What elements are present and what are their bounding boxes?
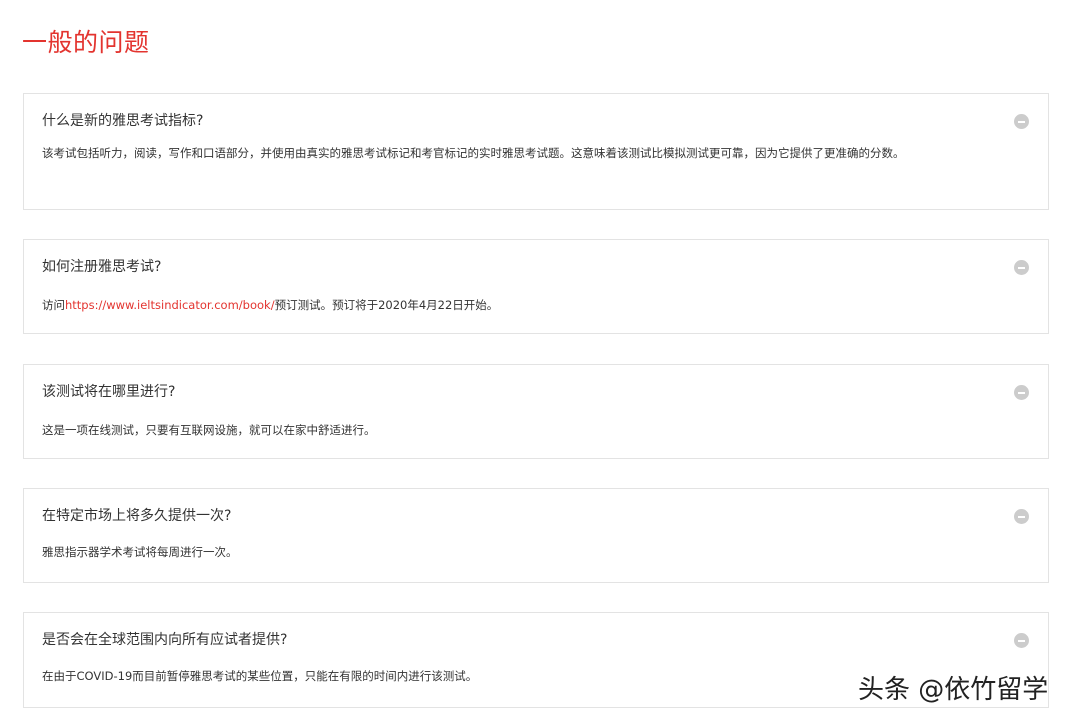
faq-answer: 该考试包括听力，阅读，写作和口语部分，并使用由真实的雅思考试标记和考官标记的实时… <box>42 146 905 160</box>
faq-answer: 雅思指示器学术考试将每周进行一次。 <box>42 545 238 559</box>
minus-circle-icon[interactable] <box>1014 385 1029 400</box>
faq-answer: 这是一项在线测试，只要有互联网设施，就可以在家中舒适进行。 <box>42 423 376 437</box>
faq-question[interactable]: 如何注册雅思考试? <box>42 257 161 277</box>
answer-suffix: 预订测试。预订将于2020年4月22日开始。 <box>274 298 499 312</box>
faq-item-3: 该测试将在哪里进行? 这是一项在线测试，只要有互联网设施，就可以在家中舒适进行。 <box>23 364 1049 459</box>
booking-link[interactable]: https://www.ieltsindicator.com/book/ <box>65 298 275 312</box>
minus-circle-icon[interactable] <box>1014 114 1029 129</box>
faq-item-2: 如何注册雅思考试? 访问https://www.ieltsindicator.c… <box>23 239 1049 334</box>
page-title: 一般的问题 <box>22 28 150 57</box>
faq-item-1: 什么是新的雅思考试指标? 该考试包括听力，阅读，写作和口语部分，并使用由真实的雅… <box>23 93 1049 210</box>
faq-answer: 访问https://www.ieltsindicator.com/book/预订… <box>42 294 1022 316</box>
faq-question[interactable]: 是否会在全球范围内向所有应试者提供? <box>42 630 287 650</box>
minus-circle-icon[interactable] <box>1014 260 1029 275</box>
answer-prefix: 访问 <box>42 298 65 312</box>
minus-circle-icon[interactable] <box>1014 509 1029 524</box>
faq-question[interactable]: 在特定市场上将多久提供一次? <box>42 506 231 526</box>
faq-question[interactable]: 什么是新的雅思考试指标? <box>42 111 203 131</box>
faq-question[interactable]: 该测试将在哪里进行? <box>42 382 175 402</box>
watermark: 头条 @依竹留学 <box>858 675 1049 705</box>
minus-circle-icon[interactable] <box>1014 633 1029 648</box>
faq-item-4: 在特定市场上将多久提供一次? 雅思指示器学术考试将每周进行一次。 <box>23 488 1049 583</box>
